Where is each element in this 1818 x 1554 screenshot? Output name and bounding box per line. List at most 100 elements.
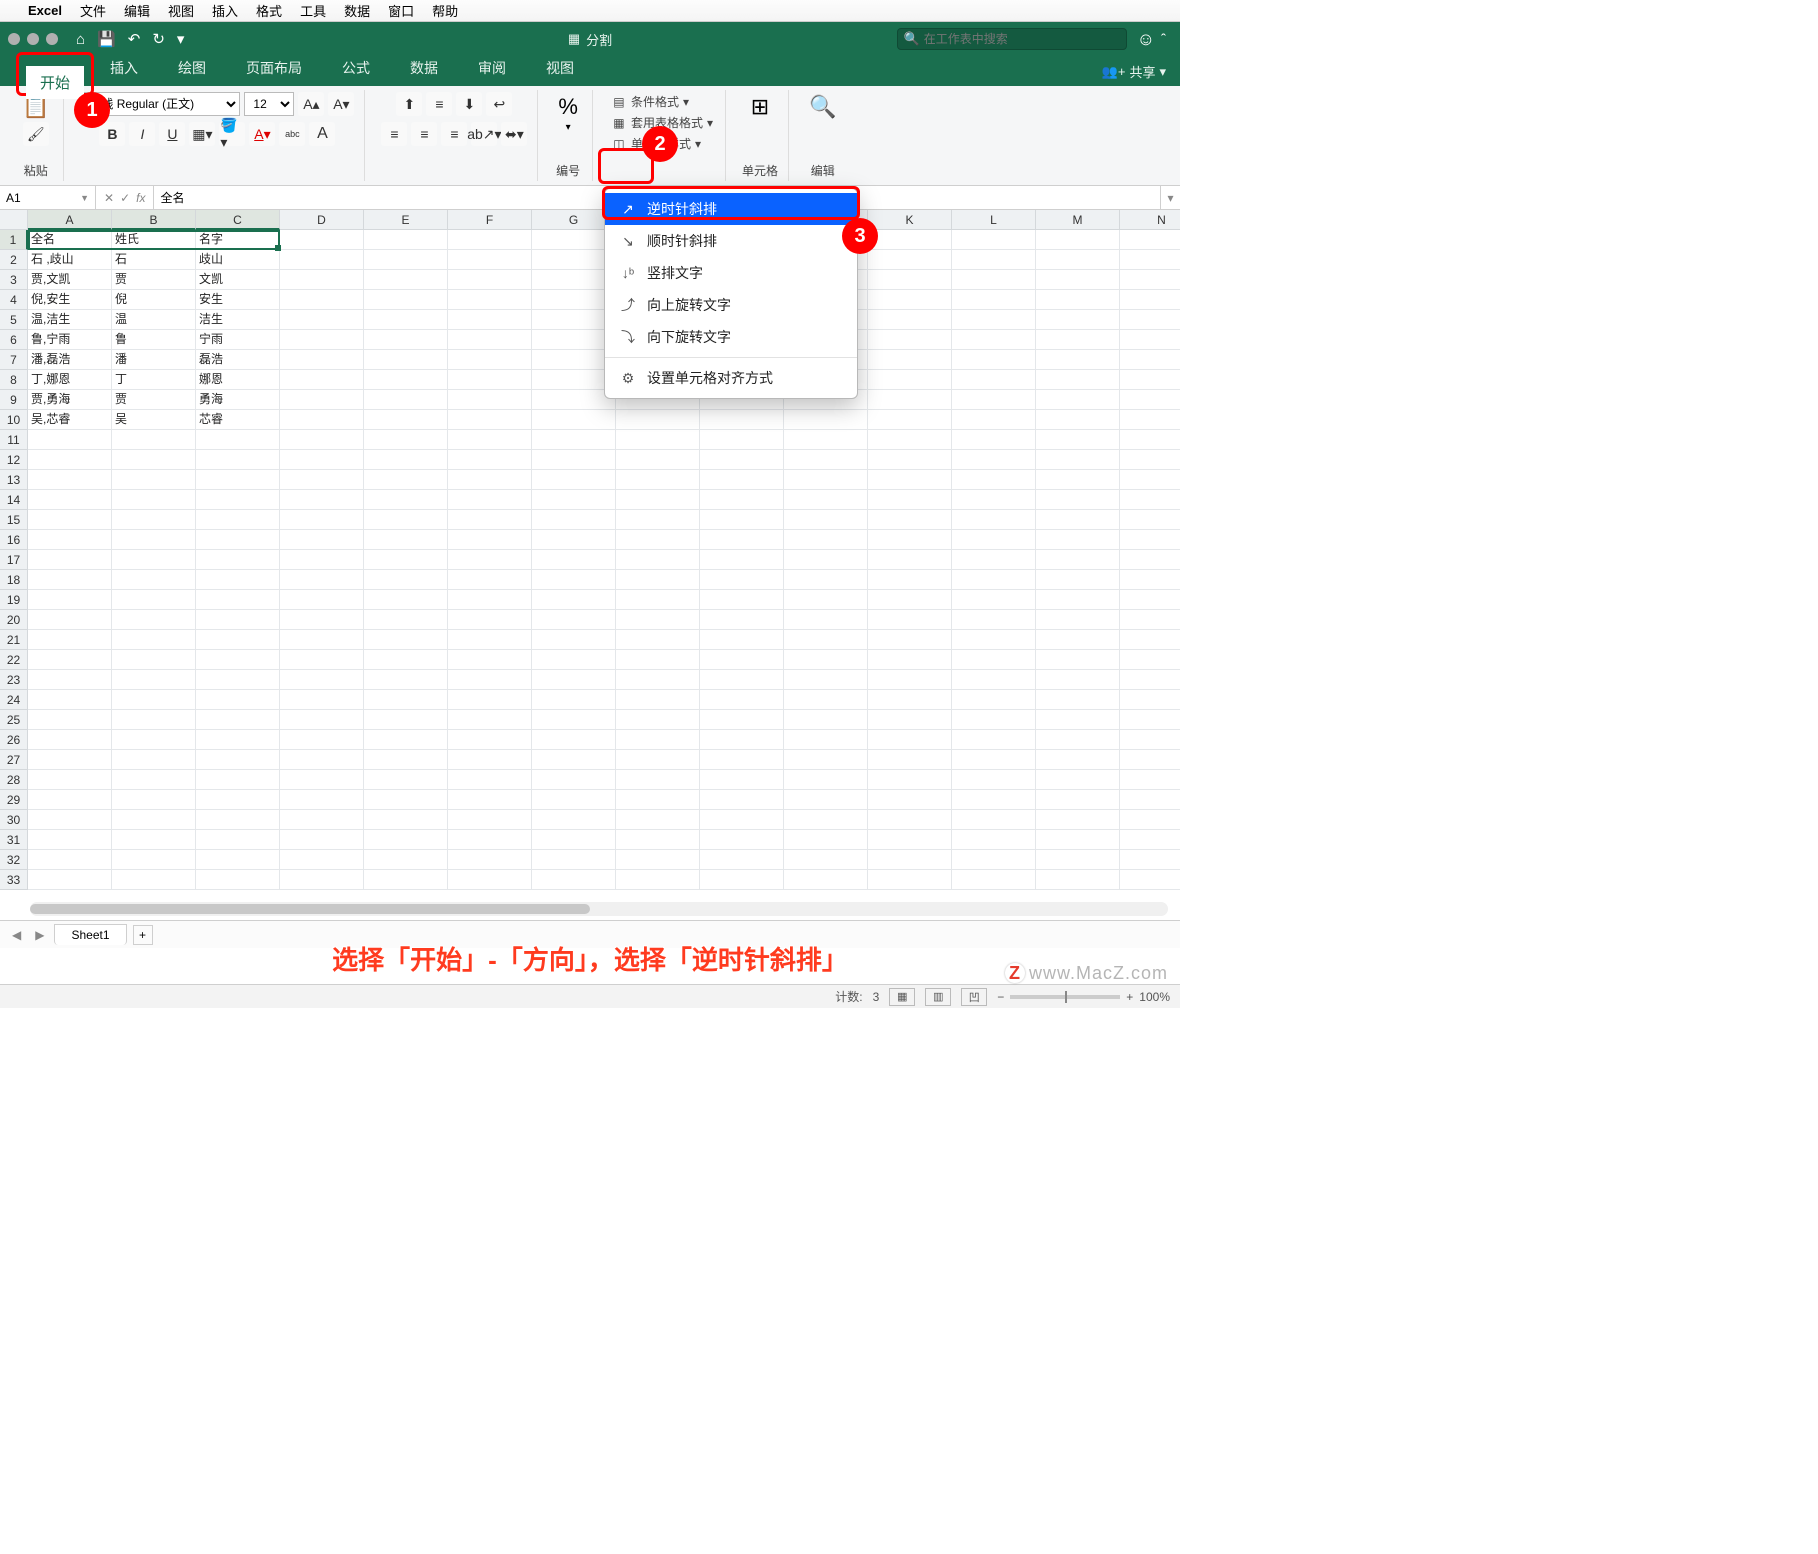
cell[interactable]: [1036, 450, 1120, 470]
decrease-font-icon[interactable]: A▾: [328, 92, 354, 116]
cell[interactable]: [1036, 610, 1120, 630]
font-large-a-button[interactable]: A: [309, 122, 335, 146]
menu-format[interactable]: 格式: [256, 1, 282, 20]
cell[interactable]: [448, 230, 532, 250]
cell[interactable]: [448, 270, 532, 290]
cell[interactable]: [1120, 770, 1180, 790]
font-color-button[interactable]: A▾: [249, 122, 275, 146]
cell[interactable]: [532, 730, 616, 750]
cells-button[interactable]: ⊞: [747, 92, 773, 122]
cell[interactable]: 歧山: [196, 250, 280, 270]
cell[interactable]: [364, 350, 448, 370]
row-header[interactable]: 32: [0, 850, 28, 870]
cell[interactable]: [364, 230, 448, 250]
cell[interactable]: [784, 730, 868, 750]
cell[interactable]: [364, 290, 448, 310]
cell[interactable]: [280, 450, 364, 470]
cell[interactable]: [196, 470, 280, 490]
cell[interactable]: [280, 270, 364, 290]
cell[interactable]: [28, 790, 112, 810]
row-header[interactable]: 19: [0, 590, 28, 610]
cell[interactable]: [364, 570, 448, 590]
cell[interactable]: [448, 750, 532, 770]
cell[interactable]: 潘: [112, 350, 196, 370]
cell[interactable]: [532, 410, 616, 430]
cell[interactable]: [1036, 330, 1120, 350]
cell[interactable]: [1120, 370, 1180, 390]
cell[interactable]: [280, 470, 364, 490]
align-top-icon[interactable]: ⬆: [396, 92, 422, 116]
cell[interactable]: [1036, 410, 1120, 430]
cell[interactable]: [1036, 390, 1120, 410]
cell[interactable]: [280, 710, 364, 730]
cell[interactable]: [28, 510, 112, 530]
cell[interactable]: [868, 250, 952, 270]
cell[interactable]: [112, 690, 196, 710]
cell[interactable]: [1036, 830, 1120, 850]
cell[interactable]: [28, 670, 112, 690]
orient-cw[interactable]: ↘顺时针斜排: [605, 225, 857, 257]
cell[interactable]: [448, 550, 532, 570]
cell[interactable]: [784, 470, 868, 490]
cell[interactable]: [1036, 650, 1120, 670]
cancel-formula-icon[interactable]: ✕: [104, 191, 114, 205]
cell[interactable]: [532, 830, 616, 850]
cell[interactable]: [112, 830, 196, 850]
cell[interactable]: [868, 430, 952, 450]
cell[interactable]: 贾,文凯: [28, 270, 112, 290]
cell[interactable]: [952, 830, 1036, 850]
cell[interactable]: [952, 450, 1036, 470]
cell[interactable]: [952, 870, 1036, 890]
cell[interactable]: [700, 570, 784, 590]
cell[interactable]: [952, 470, 1036, 490]
cell[interactable]: [532, 770, 616, 790]
cell[interactable]: [784, 450, 868, 470]
cell[interactable]: [280, 430, 364, 450]
cell[interactable]: [784, 850, 868, 870]
tab-layout[interactable]: 页面布局: [236, 52, 312, 86]
cell[interactable]: [448, 450, 532, 470]
cell[interactable]: [196, 630, 280, 650]
cell[interactable]: [1036, 590, 1120, 610]
cell[interactable]: [700, 550, 784, 570]
row-header[interactable]: 24: [0, 690, 28, 710]
cell[interactable]: [784, 490, 868, 510]
cell[interactable]: [700, 610, 784, 630]
cell[interactable]: [868, 770, 952, 790]
cell[interactable]: [1120, 830, 1180, 850]
cell[interactable]: [1036, 490, 1120, 510]
cell[interactable]: [952, 790, 1036, 810]
cell[interactable]: [364, 330, 448, 350]
cell[interactable]: [280, 810, 364, 830]
cell[interactable]: [364, 550, 448, 570]
cell[interactable]: [784, 550, 868, 570]
cell[interactable]: [616, 730, 700, 750]
cell[interactable]: [196, 650, 280, 670]
cell[interactable]: [868, 850, 952, 870]
cell[interactable]: [700, 630, 784, 650]
cell[interactable]: [112, 570, 196, 590]
cell[interactable]: [952, 670, 1036, 690]
cell[interactable]: [700, 690, 784, 710]
cell[interactable]: [1036, 310, 1120, 330]
cell[interactable]: [784, 870, 868, 890]
cell[interactable]: 石 ,歧山: [28, 250, 112, 270]
row-header[interactable]: 9: [0, 390, 28, 410]
align-bottom-icon[interactable]: ⬇: [456, 92, 482, 116]
cell[interactable]: [112, 590, 196, 610]
cell[interactable]: [1036, 810, 1120, 830]
cell[interactable]: [112, 430, 196, 450]
cell[interactable]: [784, 650, 868, 670]
cell[interactable]: [364, 490, 448, 510]
row-header[interactable]: 2: [0, 250, 28, 270]
cell[interactable]: [700, 770, 784, 790]
cell[interactable]: [616, 850, 700, 870]
cell[interactable]: [1120, 330, 1180, 350]
cell[interactable]: [868, 530, 952, 550]
phonetic-button[interactable]: abc: [279, 122, 305, 146]
cell[interactable]: [28, 450, 112, 470]
cell[interactable]: [616, 770, 700, 790]
cell[interactable]: [448, 790, 532, 810]
cell[interactable]: [616, 610, 700, 630]
cell[interactable]: [952, 250, 1036, 270]
